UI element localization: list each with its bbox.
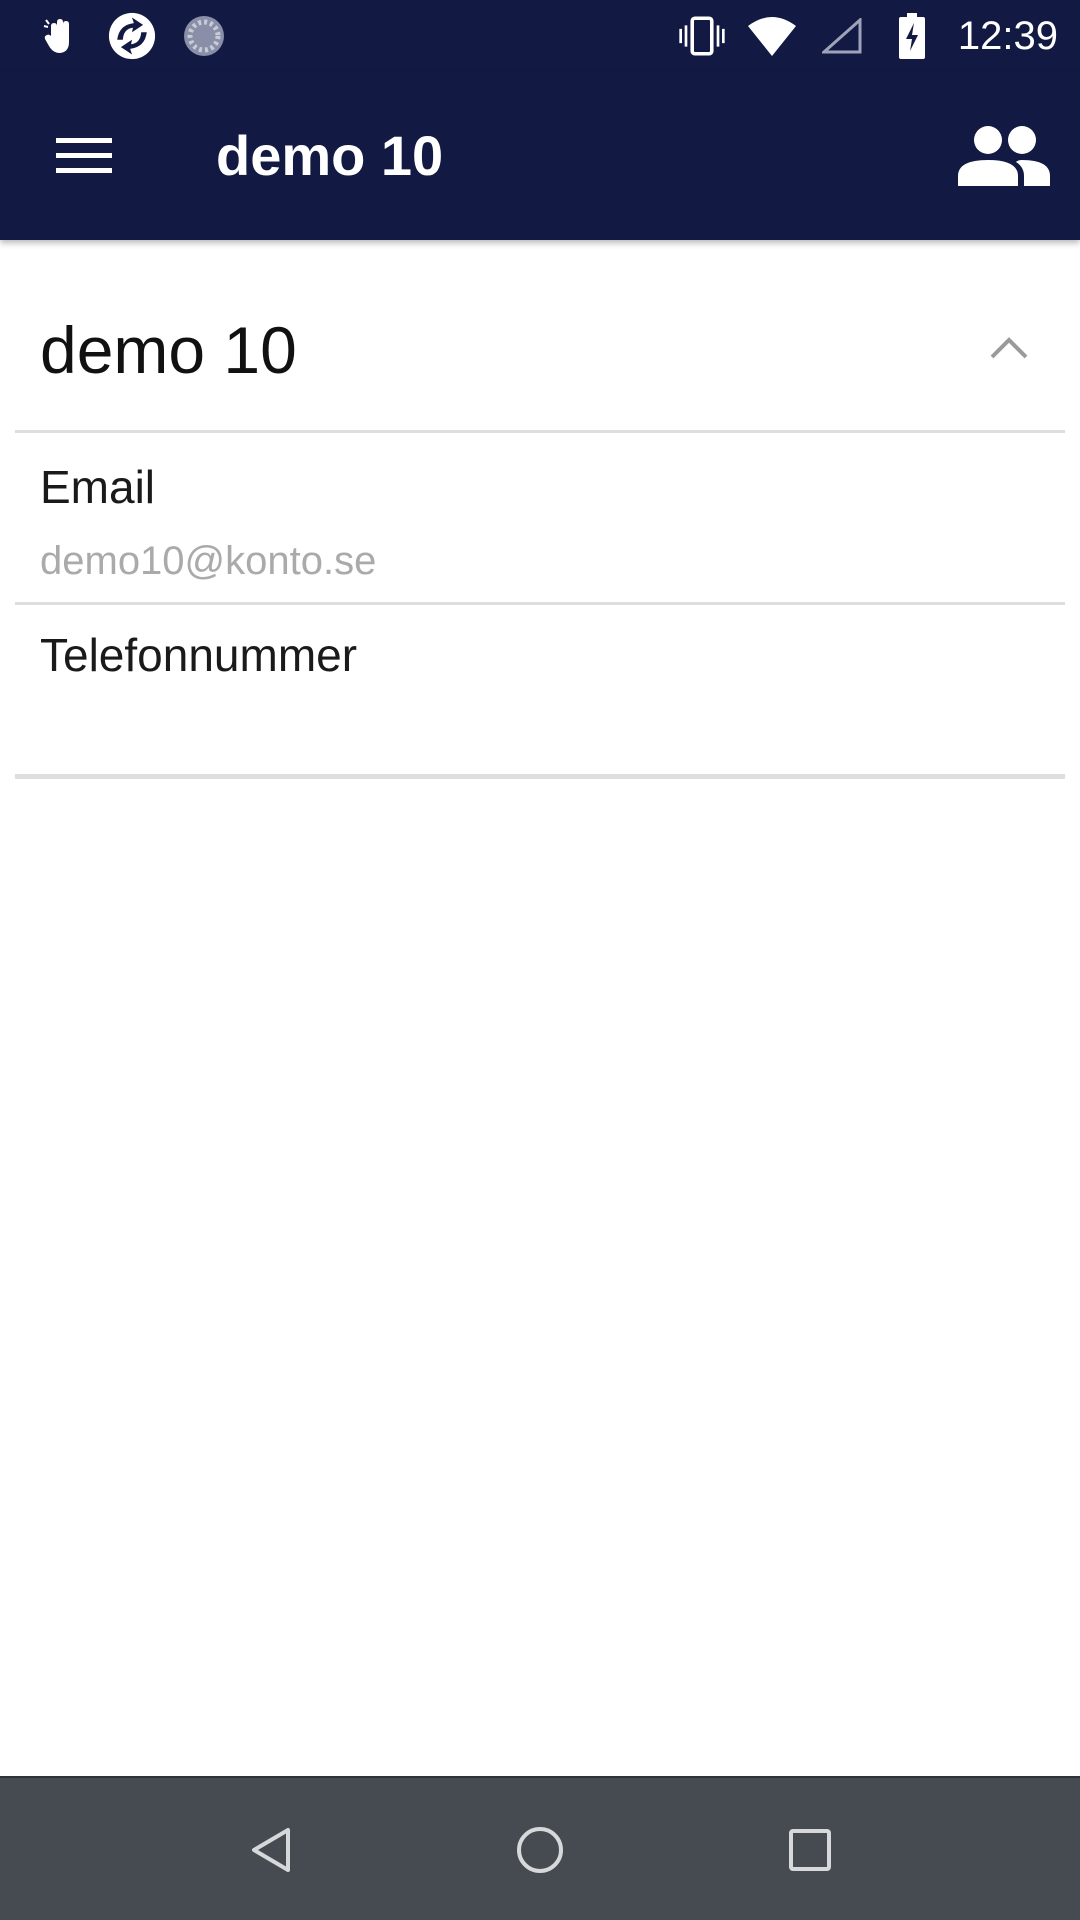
status-time: 12:39 bbox=[957, 14, 1058, 58]
email-value: demo10@konto.se bbox=[40, 539, 377, 583]
navigation-bar bbox=[0, 1776, 1080, 1920]
email-label: Email bbox=[40, 461, 156, 513]
contact-card: demo 10 Email demo10@konto.se Telefonnum… bbox=[15, 240, 1065, 779]
status-bar: 12:39 bbox=[0, 0, 1080, 72]
page-title: demo 10 bbox=[216, 124, 444, 187]
app-bar: demo 10 bbox=[0, 72, 1080, 240]
phone-label: Telefonnummer bbox=[40, 629, 358, 681]
home-button[interactable] bbox=[490, 1800, 590, 1900]
hamburger-menu-icon bbox=[56, 138, 112, 173]
email-field[interactable]: Email demo10@konto.se bbox=[15, 433, 1065, 605]
chevron-up-icon bbox=[990, 337, 1028, 359]
status-system-icons: 12:39 bbox=[678, 12, 1058, 60]
wifi-icon bbox=[747, 12, 796, 60]
card-title: demo 10 bbox=[40, 313, 297, 387]
card-header[interactable]: demo 10 bbox=[15, 240, 1065, 433]
sync-app-icon bbox=[108, 12, 156, 60]
loading-circle-icon bbox=[180, 12, 228, 60]
vibrate-icon bbox=[678, 12, 726, 60]
status-notification-icons bbox=[36, 12, 228, 60]
recents-button[interactable] bbox=[760, 1800, 860, 1900]
phone-field[interactable]: Telefonnummer bbox=[15, 605, 1065, 779]
back-icon bbox=[252, 1828, 290, 1872]
menu-button[interactable] bbox=[28, 104, 140, 208]
cell-signal-icon bbox=[818, 12, 866, 60]
recents-icon bbox=[789, 1829, 831, 1871]
back-button[interactable] bbox=[220, 1800, 320, 1900]
people-icon bbox=[958, 126, 1050, 186]
hand-wave-icon bbox=[36, 12, 84, 60]
contacts-button[interactable] bbox=[944, 100, 1064, 212]
battery-charging-icon bbox=[888, 12, 936, 60]
home-icon bbox=[517, 1827, 563, 1873]
collapse-button[interactable] bbox=[973, 320, 1045, 376]
